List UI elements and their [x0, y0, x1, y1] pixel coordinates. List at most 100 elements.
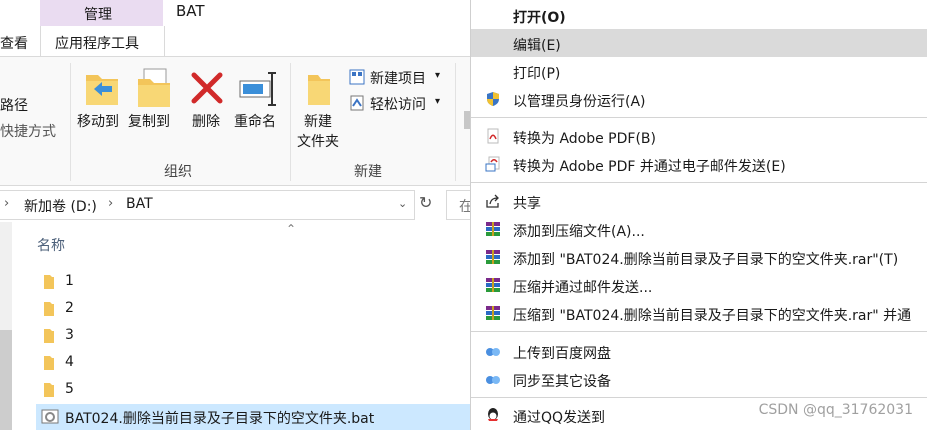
menu-item-label: 添加到压缩文件(A)...	[513, 224, 645, 240]
new-folder-icon	[308, 75, 330, 105]
address-bar-row: › 新加卷 (D:) › BAT ⌄ ↻ 在	[0, 188, 470, 220]
new-folder-button[interactable]: 新建 文件夹	[296, 65, 344, 155]
winrar-icon	[486, 250, 500, 264]
new-item-icon	[349, 69, 365, 85]
group-divider	[455, 63, 456, 181]
new-item-dropdown[interactable]: 新建项目 ▾	[348, 67, 444, 89]
menu-item-open[interactable]: 打开(O)	[471, 1, 927, 29]
paste-shortcut-button[interactable]: 快捷方式	[0, 121, 56, 141]
easy-access-icon	[350, 95, 364, 111]
file-list-item[interactable]: 4	[36, 350, 470, 376]
new-group-label: 新建	[354, 164, 382, 180]
move-to-icon	[86, 75, 118, 105]
copy-to-label: 复制到	[128, 114, 170, 130]
copy-to-button[interactable]: 复制到	[128, 65, 176, 145]
baidu-cloud-icon	[486, 376, 500, 384]
menu-item-label: 共享	[513, 196, 541, 212]
folder-icon	[44, 383, 54, 397]
file-list-item-selected[interactable]: BAT024.删除当前目录及子目录下的空文件夹.bat	[36, 404, 470, 430]
new-folder-label-line1: 新建	[304, 114, 332, 130]
menu-separator	[471, 331, 927, 332]
move-to-label: 移动到	[77, 114, 119, 130]
column-header-name[interactable]: 名称	[37, 235, 65, 255]
watermark-text: CSDN @qq_31762031	[758, 402, 913, 418]
context-menu: 打开(O) 编辑(E) 打印(P) 以管理员身份运行(A) 转换为 Adobe …	[470, 0, 927, 430]
file-list-item[interactable]: 2	[36, 296, 470, 322]
menu-item-add-to-archive[interactable]: 添加到压缩文件(A)...	[471, 215, 927, 243]
menu-item-label: 通过QQ发送到	[513, 410, 606, 426]
menu-item-add-to-named-rar[interactable]: 添加到 "BAT024.删除当前目录及子目录下的空文件夹.rar"(T)	[471, 243, 927, 271]
address-bar[interactable]: › 新加卷 (D:) › BAT ⌄	[0, 190, 415, 220]
copy-path-button[interactable]: 路径	[0, 95, 28, 115]
folder-icon	[44, 356, 54, 370]
pdf-mail-icon	[485, 156, 500, 172]
tab-app-tools[interactable]: 应用程序工具	[40, 26, 165, 56]
menu-item-label: 压缩到 "BAT024.删除当前目录及子目录下的空文件夹.rar" 并通	[513, 308, 912, 324]
menu-item-label: 打印(P)	[513, 66, 561, 82]
folder-icon	[44, 329, 54, 343]
easy-access-dropdown[interactable]: 轻松访问 ▾	[348, 93, 444, 115]
folder-icon	[44, 302, 54, 316]
delete-x-icon	[191, 72, 223, 104]
new-folder-label-line2: 文件夹	[297, 134, 339, 150]
file-list-item[interactable]: 3	[36, 323, 470, 349]
menu-item-label: 转换为 Adobe PDF(B)	[513, 131, 656, 147]
search-placeholder: 在	[459, 199, 470, 215]
batch-file-icon	[41, 409, 59, 424]
menu-item-sync-devices[interactable]: 同步至其它设备	[471, 365, 927, 393]
rename-label: 重命名	[234, 114, 276, 130]
winrar-icon	[486, 278, 500, 292]
delete-button[interactable]: 删除	[188, 65, 228, 145]
tab-manage[interactable]: 管理	[40, 0, 163, 26]
menu-item-label: 上传到百度网盘	[513, 346, 611, 362]
menu-item-convert-pdf[interactable]: 转换为 Adobe PDF(B)	[471, 122, 927, 150]
qq-icon	[488, 408, 498, 421]
file-list-item[interactable]: 1	[36, 269, 470, 295]
tab-manage-label: 管理	[84, 7, 112, 23]
share-icon	[486, 194, 499, 208]
file-name: 3	[65, 327, 74, 343]
menu-separator	[471, 397, 927, 398]
rename-icon	[239, 72, 276, 106]
menu-item-convert-pdf-email[interactable]: 转换为 Adobe PDF 并通过电子邮件发送(E)	[471, 150, 927, 178]
menu-item-label: 以管理员身份运行(A)	[513, 94, 646, 110]
menu-item-label: 转换为 Adobe PDF 并通过电子邮件发送(E)	[513, 159, 786, 175]
sort-ascending-icon: ⌃	[286, 222, 297, 236]
breadcrumb-separator-icon: ›	[108, 196, 114, 211]
tab-view[interactable]: 查看	[0, 33, 28, 53]
file-list-item[interactable]: 5	[36, 377, 470, 403]
menu-item-share[interactable]: 共享	[471, 187, 927, 215]
file-name: 5	[65, 381, 74, 397]
menu-separator	[471, 182, 927, 183]
file-explorer-window: 查看 管理 应用程序工具 BAT 路径 快捷方式 移动到 复制到 删除 重命名 …	[0, 0, 470, 430]
breadcrumb-drive[interactable]: 新加卷 (D:)	[24, 196, 97, 216]
tab-app-tools-label: 应用程序工具	[55, 36, 139, 52]
menu-item-compress-email[interactable]: 压缩并通过邮件发送...	[471, 271, 927, 299]
menu-item-label: 添加到 "BAT024.删除当前目录及子目录下的空文件夹.rar"(T)	[513, 252, 899, 268]
navigation-pane-scroll-thumb[interactable]	[0, 330, 12, 430]
winrar-icon	[486, 222, 500, 236]
folder-icon	[44, 275, 54, 289]
baidu-cloud-icon	[486, 348, 500, 356]
delete-label: 删除	[192, 114, 220, 130]
move-to-button[interactable]: 移动到	[76, 65, 124, 145]
chevron-down-icon: ▾	[435, 70, 441, 81]
rename-button[interactable]: 重命名	[234, 65, 288, 145]
menu-item-compress-named-email[interactable]: 压缩到 "BAT024.删除当前目录及子目录下的空文件夹.rar" 并通	[471, 299, 927, 327]
menu-item-print[interactable]: 打印(P)	[471, 57, 927, 85]
menu-item-edit[interactable]: 编辑(E)	[471, 29, 927, 57]
breadcrumb-folder[interactable]: BAT	[126, 196, 153, 212]
easy-access-label: 轻松访问	[370, 97, 426, 113]
file-name: BAT024.删除当前目录及子目录下的空文件夹.bat	[65, 411, 375, 427]
chevron-down-icon: ▾	[435, 96, 441, 107]
breadcrumb-separator-icon: ›	[4, 196, 10, 211]
menu-item-label: 编辑(E)	[513, 38, 561, 54]
menu-item-run-as-admin[interactable]: 以管理员身份运行(A)	[471, 85, 927, 113]
ribbon: 路径 快捷方式 移动到 复制到 删除 重命名 组织 新建 文件夹 新建项目 ▾ …	[0, 56, 470, 186]
menu-item-upload-baidu[interactable]: 上传到百度网盘	[471, 337, 927, 365]
group-divider	[70, 63, 71, 181]
address-dropdown-icon[interactable]: ⌄	[398, 197, 407, 210]
search-input[interactable]: 在	[446, 190, 470, 220]
group-divider	[290, 63, 291, 181]
refresh-icon[interactable]: ↻	[419, 193, 432, 212]
